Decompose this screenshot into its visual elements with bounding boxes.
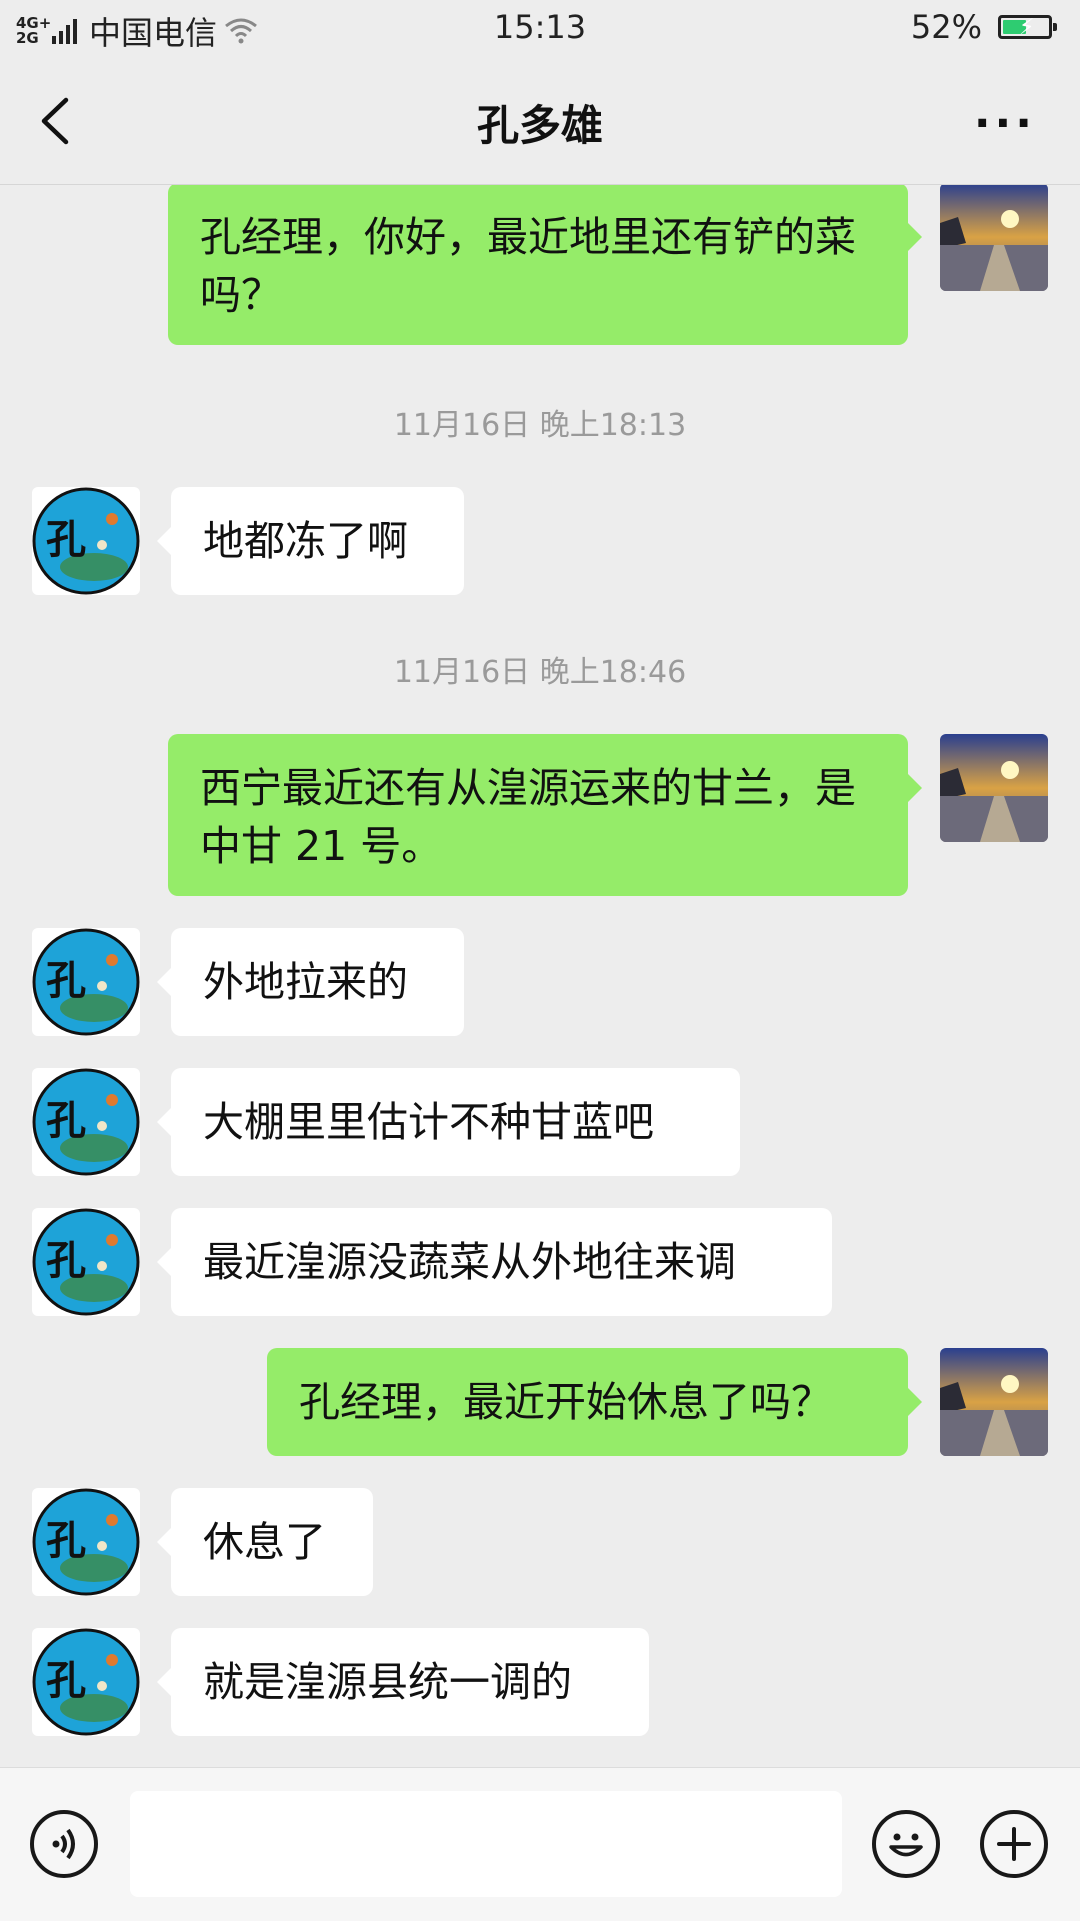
message-input[interactable] <box>130 1791 842 1897</box>
svg-text:孔: 孔 <box>46 1517 86 1564</box>
message-bubble[interactable]: 西宁最近还有从湟源运来的甘兰，是中甘 21 号。 <box>168 734 922 896</box>
status-bar: 4G+ 2G 中国电信 15:13 52% ⚡ <box>0 0 1080 58</box>
message-list[interactable]: 孔经理，你好，最近地里还有铲的菜吗？ 11月16日 晚上18:13 孔 地都冻了啊 11… <box>0 185 1080 1767</box>
message-bubble[interactable]: 就是湟源县统一调的 <box>157 1628 649 1736</box>
more-options-icon[interactable]: ··· <box>974 98 1036 149</box>
received-message: 孔 大棚里里估计不种甘蓝吧 <box>0 1068 1080 1176</box>
message-bubble[interactable]: 大棚里里估计不种甘蓝吧 <box>157 1068 740 1176</box>
my-avatar[interactable] <box>940 734 1048 842</box>
svg-text:孔: 孔 <box>46 1237 86 1284</box>
received-message: 孔 就是湟源县统一调的 <box>0 1628 1080 1736</box>
battery-icon: ⚡ <box>998 15 1057 40</box>
status-right: 52% ⚡ <box>910 8 1057 46</box>
chat-title: 孔多雄 <box>476 101 603 150</box>
battery-percent: 52% <box>910 8 982 46</box>
received-message: 孔 地都冻了啊 <box>0 487 1080 595</box>
message-bubble[interactable]: 孔经理，最近开始休息了吗？ <box>267 1348 922 1456</box>
sent-message: 西宁最近还有从湟源运来的甘兰，是中甘 21 号。 <box>0 734 1080 896</box>
plus-icon[interactable] <box>980 1810 1048 1878</box>
message-bubble[interactable]: 休息了 <box>157 1488 373 1596</box>
received-message: 孔 外地拉来的 <box>0 928 1080 1036</box>
contact-avatar[interactable]: 孔 <box>32 1208 140 1316</box>
contact-avatar[interactable]: 孔 <box>32 487 140 595</box>
chat-header: 孔多雄 ··· <box>0 58 1080 185</box>
emoji-icon[interactable] <box>872 1810 940 1878</box>
svg-text:孔: 孔 <box>46 1097 86 1144</box>
input-bar <box>0 1767 1080 1921</box>
message-bubble[interactable]: 最近湟源没蔬菜从外地往来调 <box>157 1208 832 1316</box>
received-message: 孔 最近湟源没蔬菜从外地往来调 <box>0 1208 1080 1316</box>
contact-avatar[interactable]: 孔 <box>32 928 140 1036</box>
timestamp: 11月16日 晚上18:13 <box>393 408 687 443</box>
contact-avatar[interactable]: 孔 <box>32 1068 140 1176</box>
contact-avatar[interactable]: 孔 <box>32 1488 140 1596</box>
timestamp: 11月16日 晚上18:46 <box>393 655 687 690</box>
my-avatar[interactable] <box>940 185 1048 291</box>
svg-text:孔: 孔 <box>46 957 86 1004</box>
message-bubble[interactable]: 外地拉来的 <box>157 928 464 1036</box>
sent-message: 孔经理，你好，最近地里还有铲的菜吗？ <box>0 185 1080 345</box>
received-message: 孔 休息了 <box>0 1488 1080 1596</box>
sent-message: 孔经理，最近开始休息了吗？ <box>0 1348 1080 1456</box>
svg-text:孔: 孔 <box>46 1657 86 1704</box>
voice-icon[interactable] <box>30 1810 98 1878</box>
message-bubble[interactable]: 地都冻了啊 <box>157 487 464 595</box>
svg-text:孔: 孔 <box>46 516 86 563</box>
my-avatar[interactable] <box>940 1348 1048 1456</box>
message-bubble[interactable]: 孔经理，你好，最近地里还有铲的菜吗？ <box>168 185 922 345</box>
contact-avatar[interactable]: 孔 <box>32 1628 140 1736</box>
